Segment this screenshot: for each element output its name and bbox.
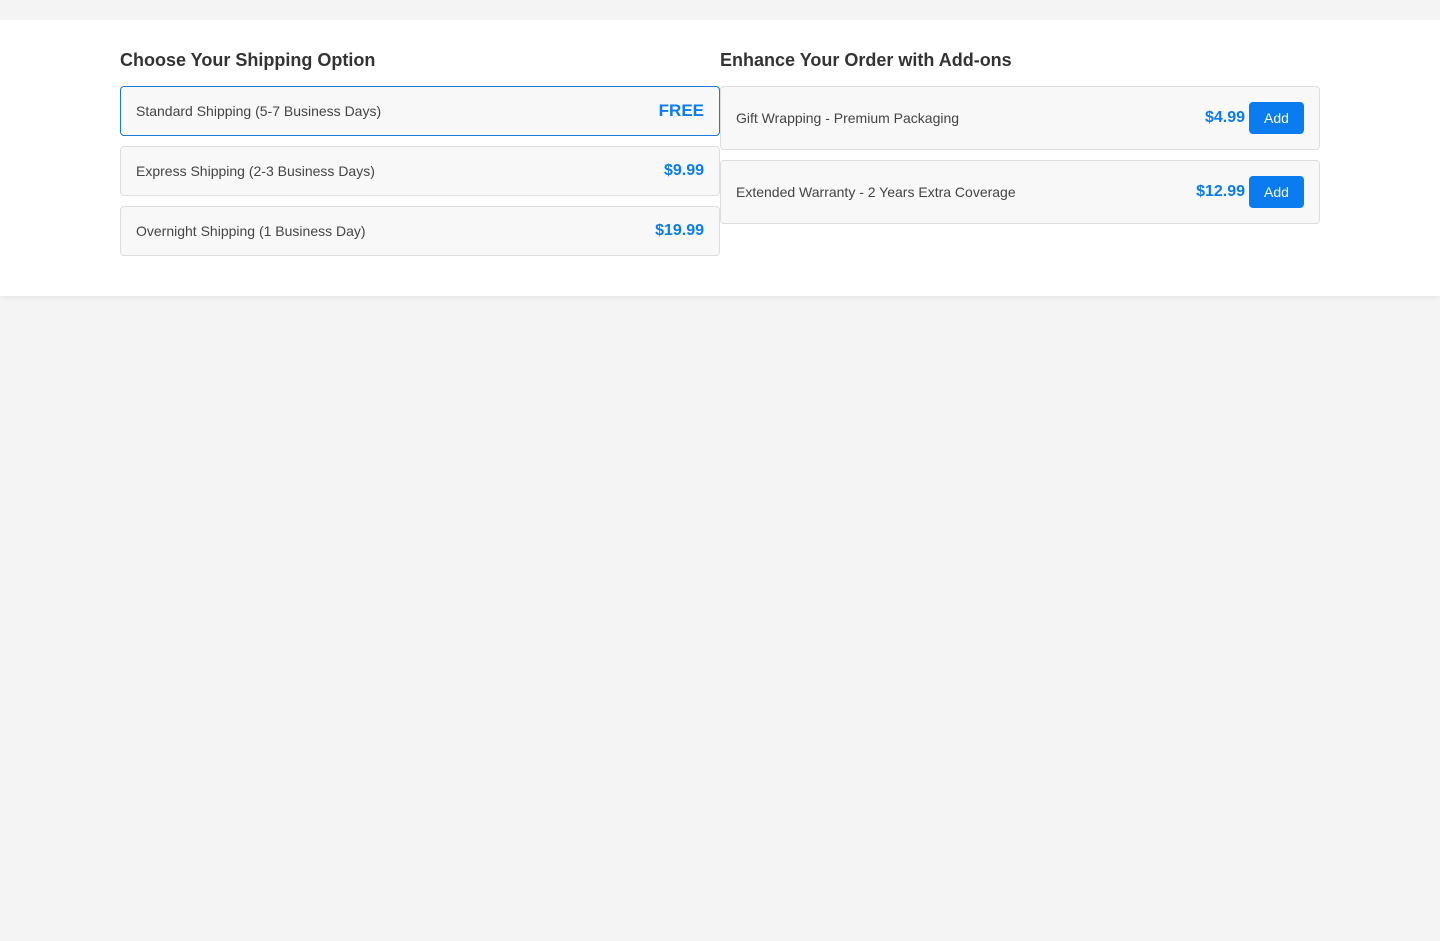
shipping-option-price: FREE (658, 101, 704, 120)
order-options-panel: Choose Your Shipping Option Standard Shi… (0, 20, 1440, 296)
addon-label: Gift Wrapping - Premium Packaging (736, 110, 960, 126)
shipping-option-express[interactable]: Express Shipping (2-3 Business Days) $9.… (120, 146, 720, 196)
add-extended-warranty-button[interactable]: Add (1249, 176, 1304, 208)
shipping-section: Choose Your Shipping Option Standard Shi… (120, 48, 720, 266)
addon-price: $4.99 (1204, 109, 1245, 126)
shipping-option-standard[interactable]: Standard Shipping (5-7 Business Days) FR… (120, 86, 720, 136)
addon-gift-wrapping: Gift Wrapping - Premium Packaging $4.99 … (720, 86, 1320, 150)
addons-section-title: Enhance Your Order with Add-ons (720, 50, 1012, 70)
shipping-option-price: $19.99 (655, 222, 704, 239)
addons-section: Enhance Your Order with Add-ons Gift Wra… (720, 48, 1320, 234)
shipping-option-label: Overnight Shipping (1 Business Day) (136, 223, 366, 239)
addon-label: Extended Warranty - 2 Years Extra Covera… (736, 184, 1016, 200)
addon-actions: $4.99 Add (1205, 102, 1304, 134)
shipping-option-price: $9.99 (663, 162, 704, 179)
addon-actions: $12.99 Add (1196, 176, 1304, 208)
shipping-option-label: Standard Shipping (5-7 Business Days) (136, 103, 382, 119)
shipping-option-overnight[interactable]: Overnight Shipping (1 Business Day) $19.… (120, 206, 720, 256)
shipping-option-label: Express Shipping (2-3 Business Days) (136, 163, 375, 179)
addon-price: $12.99 (1196, 183, 1245, 200)
addon-extended-warranty: Extended Warranty - 2 Years Extra Covera… (720, 160, 1320, 224)
shipping-section-title: Choose Your Shipping Option (120, 50, 376, 70)
add-gift-wrapping-button[interactable]: Add (1249, 102, 1304, 134)
